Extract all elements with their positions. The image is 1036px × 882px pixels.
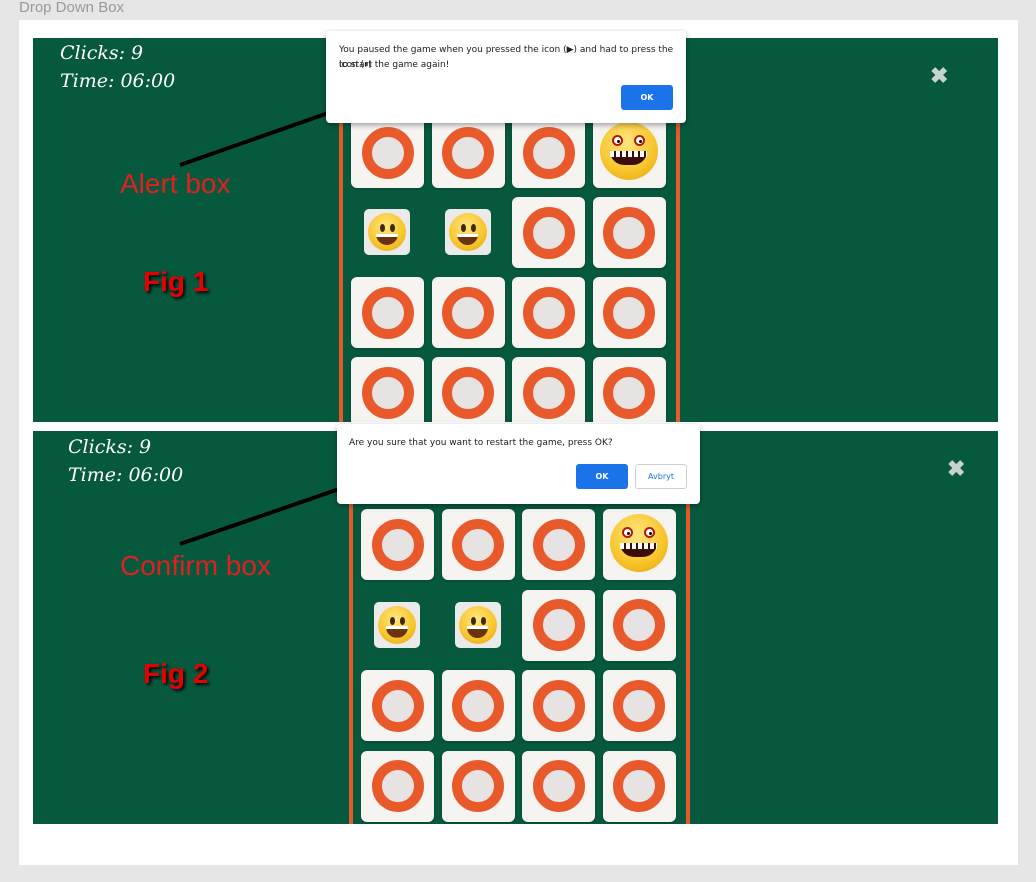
confirm-message: Are you sure that you want to restart th… [349,438,613,448]
alert-message-line-2: to start the game again! [339,60,450,70]
ok-button[interactable]: OK [576,464,628,489]
confirm-dialog: Are you sure that you want to restart th… [337,424,700,504]
cancel-button[interactable]: Avbryt [635,464,687,489]
alert-dialog: You paused the game when you pressed the… [326,31,686,123]
ok-button[interactable]: OK [621,85,673,110]
frame-title: Drop Down Box [19,0,125,16]
